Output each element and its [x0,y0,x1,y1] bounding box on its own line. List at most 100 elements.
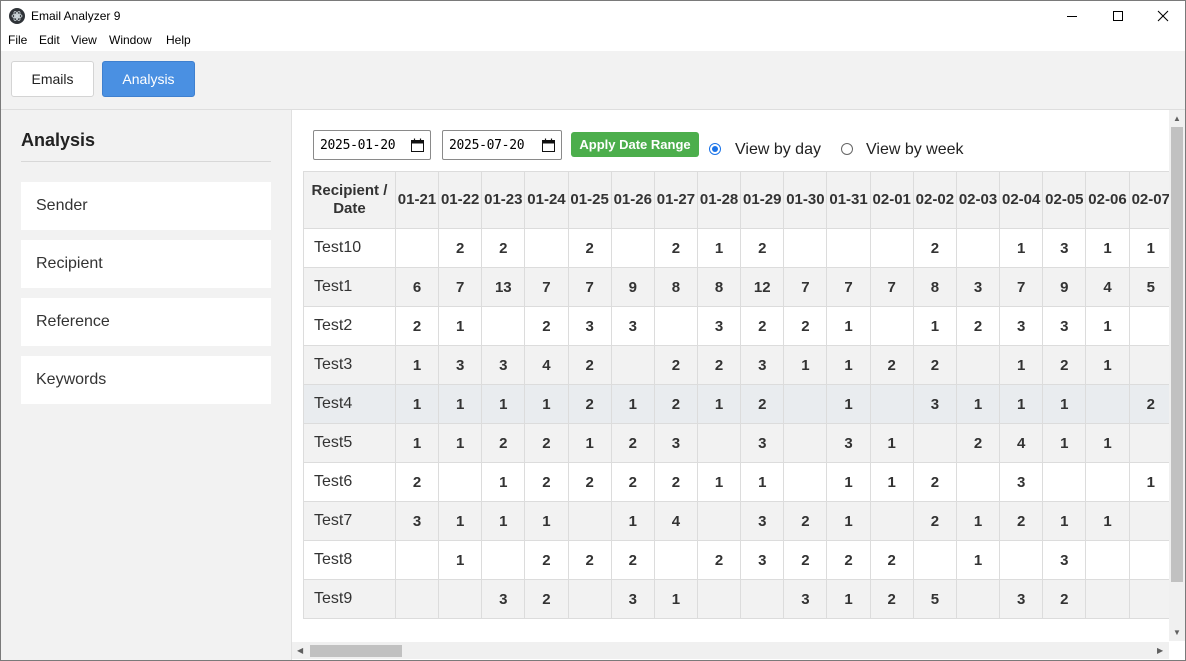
count-cell: 3 [1042,540,1087,580]
count-cell [1128,501,1173,541]
count-cell: 2 [481,423,526,463]
apply-date-range-button[interactable]: Apply Date Range [571,132,699,157]
date-column-header: 02-01 [869,171,914,229]
count-cell: 2 [653,345,699,385]
view-by-day-label[interactable]: View by day [735,141,821,159]
scroll-up-arrow-icon[interactable]: ▲ [1173,114,1181,123]
count-cell: 1 [826,579,871,619]
recipient-name-cell: Test10 [303,228,396,268]
count-cell: 1 [1085,345,1130,385]
count-cell [1085,540,1130,580]
count-cell: 2 [567,540,612,580]
tab-analysis[interactable]: Analysis [102,61,195,97]
count-cell: 1 [912,306,957,346]
count-cell: 9 [1042,267,1087,307]
scroll-left-arrow-icon[interactable]: ◀ [297,646,303,655]
date-column-header: 01-23 [481,171,526,229]
date-column-header: 01-29 [740,171,785,229]
count-cell: 3 [912,384,957,424]
count-cell: 2 [783,501,828,541]
calendar-icon[interactable] [542,138,555,152]
close-icon [1157,10,1169,22]
recipient-name-cell: Test9 [303,579,396,619]
maximize-icon [1113,11,1123,21]
count-cell: 1 [1085,228,1130,268]
menu-edit[interactable]: Edit [39,33,60,47]
view-by-week-radio[interactable] [841,143,853,155]
count-cell [869,228,914,268]
count-cell: 7 [438,267,483,307]
date-column-header: 02-05 [1042,171,1087,229]
count-cell: 2 [955,423,1001,463]
menu-help[interactable]: Help [166,33,191,47]
count-cell: 2 [869,345,914,385]
count-cell: 3 [394,501,440,541]
count-cell: 1 [524,384,569,424]
start-date-input[interactable]: 2025-01-20 [313,130,431,160]
horizontal-scrollbar[interactable] [292,642,1169,659]
menu-window[interactable]: Window [109,33,152,47]
sidebar-item-recipient[interactable]: Recipient [21,240,271,288]
count-cell [1128,579,1173,619]
table-row: Test6 2 1 2 2 2 2 1 1 1 1 2 3 1 [303,462,1173,502]
minimize-button[interactable] [1049,1,1095,31]
count-cell: 2 [999,501,1044,541]
count-cell: 2 [567,384,612,424]
table-row: Test1 6 7 13 7 7 9 8 8 12 7 7 7 8 3 7 9 4 5 [303,267,1173,307]
count-cell [481,306,526,346]
count-cell [438,462,483,502]
count-cell: 2 [740,228,785,268]
sidebar-title: Analysis [21,130,96,150]
count-cell [955,462,1001,502]
count-cell: 1 [955,540,1001,580]
count-cell: 1 [394,345,440,385]
sidebar-item-keywords[interactable]: Keywords [21,356,271,404]
count-cell: 2 [394,306,440,346]
recipient-name-cell: Test5 [303,423,396,463]
sidebar-item-reference[interactable]: Reference [21,298,271,346]
count-cell [955,345,1001,385]
count-cell [567,501,612,541]
count-cell: 9 [610,267,655,307]
count-cell: 3 [740,501,785,541]
table-row: Test2 2 1 2 3 3 3 2 2 1 1 2 3 3 1 [303,306,1173,346]
view-by-week-label[interactable]: View by week [866,141,964,159]
scroll-right-arrow-icon[interactable]: ▶ [1157,646,1163,655]
vertical-scroll-thumb[interactable] [1171,127,1183,582]
count-cell: 3 [999,306,1044,346]
count-cell: 1 [955,384,1001,424]
calendar-icon[interactable] [411,138,424,152]
table-row: Test7 3 1 1 1 1 4 3 2 1 2 1 2 1 1 [303,501,1173,541]
count-cell [394,228,440,268]
count-cell [783,462,828,502]
menu-file[interactable]: File [8,33,27,47]
view-by-day-radio[interactable] [709,143,721,155]
recipient-name-cell: Test7 [303,501,396,541]
count-cell: 3 [740,540,785,580]
count-cell [438,579,483,619]
table-row: Test8 1 2 2 2 2 3 2 2 2 1 3 [303,540,1173,580]
count-cell [869,306,914,346]
tab-emails[interactable]: Emails [11,61,94,97]
count-cell [481,540,526,580]
count-cell: 1 [783,345,828,385]
close-button[interactable] [1140,1,1185,31]
count-cell: 7 [783,267,828,307]
end-date-input[interactable]: 2025-07-20 [442,130,562,160]
maximize-button[interactable] [1095,1,1141,31]
recipient-name-cell: Test6 [303,462,396,502]
count-cell: 2 [826,540,871,580]
count-cell: 2 [696,540,742,580]
count-cell: 3 [999,579,1044,619]
count-cell [912,540,957,580]
sidebar-item-sender[interactable]: Sender [21,182,271,230]
recipient-name-cell: Test2 [303,306,396,346]
count-cell: 2 [524,540,569,580]
count-cell: 1 [1042,501,1087,541]
scroll-down-arrow-icon[interactable]: ▼ [1173,628,1181,637]
count-cell: 1 [826,501,871,541]
count-cell: 2 [912,228,957,268]
horizontal-scroll-thumb[interactable] [310,645,402,657]
table-row: Test4 1 1 1 1 2 1 2 1 2 1 3 1 1 1 2 [303,384,1173,424]
menu-view[interactable]: View [71,33,97,47]
